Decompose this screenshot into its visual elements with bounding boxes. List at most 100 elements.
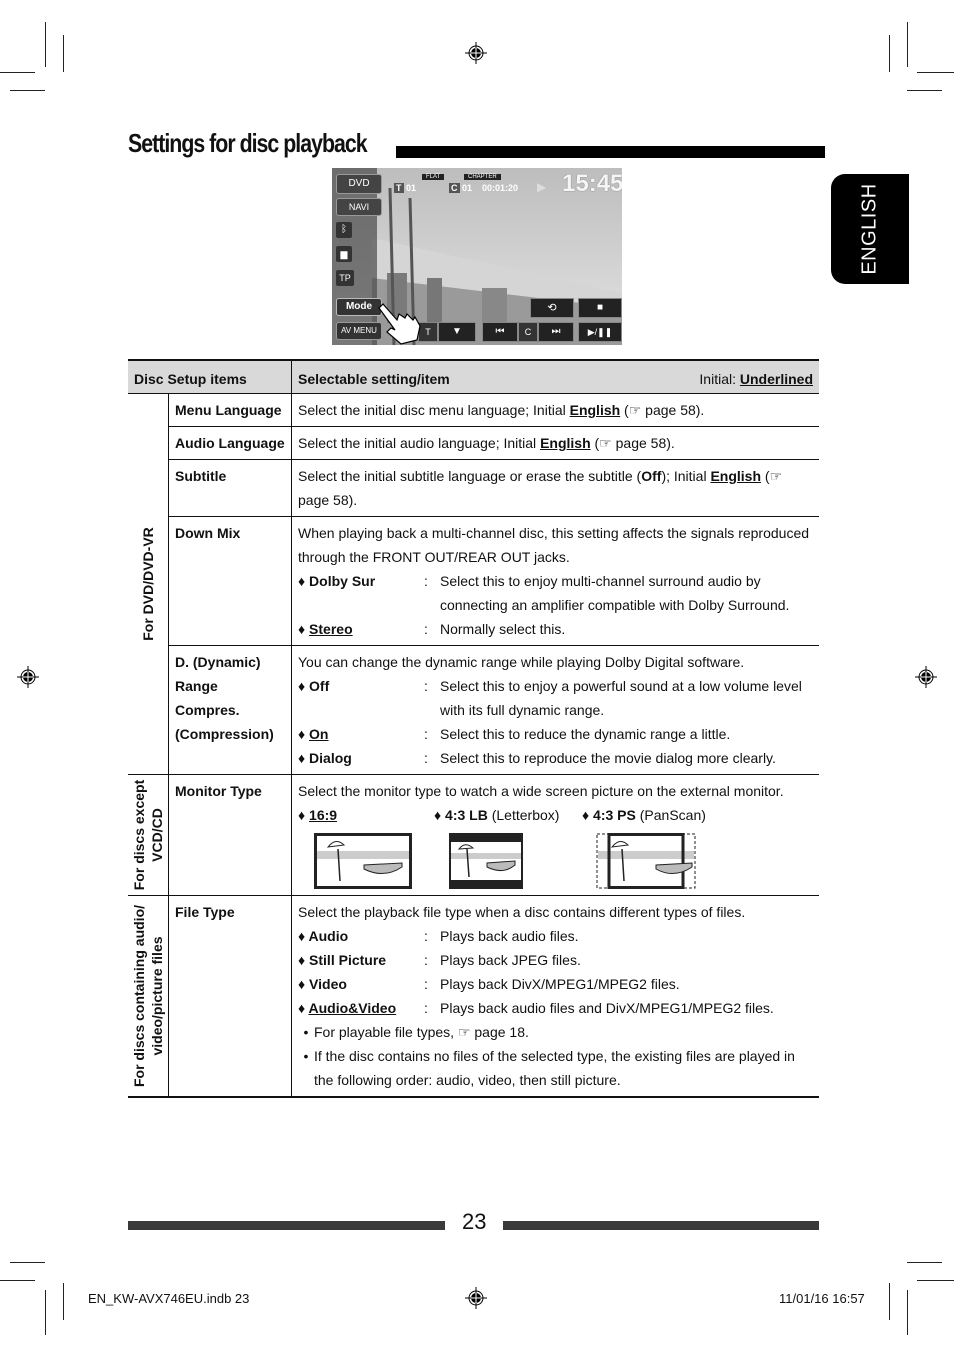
crop-mark: [907, 1262, 942, 1263]
note-item: • If the disc contains no files of the se…: [298, 1044, 813, 1092]
next-icon[interactable]: ⏭: [538, 322, 574, 342]
initial-value: English: [710, 468, 762, 484]
title-number: T 01: [394, 183, 416, 193]
option-desc: Plays back JPEG files.: [440, 952, 581, 968]
text: ); Initial: [661, 468, 711, 484]
option-desc: Normally select this.: [440, 621, 566, 637]
table-row: Subtitle Select the initial subtitle lan…: [128, 459, 819, 517]
description: When playing back a multi-channel disc, …: [298, 525, 810, 565]
option-desc: Select this to enjoy a powerful sound at…: [440, 678, 802, 718]
option-4-3-lb: ♦ 4:3 LB (Letterbox): [434, 807, 560, 823]
setting-down-mix: When playing back a multi-channel disc, …: [291, 516, 819, 646]
crop-mark: [10, 1262, 45, 1263]
crop-mark: [889, 1283, 890, 1320]
note-item: • For playable file types, ☞ page 18.: [298, 1020, 813, 1044]
chapter-label: C: [449, 183, 460, 193]
item-monitor-type: Monitor Type: [168, 774, 292, 896]
bluetooth-icon[interactable]: ᛒ: [336, 222, 352, 238]
title-value: 01: [406, 183, 417, 193]
av-menu-button[interactable]: AV MENU: [336, 322, 382, 340]
option-name: On: [309, 726, 329, 742]
option-video: ♦ Video: Plays back DivX/MPEG1/MPEG2 file…: [298, 972, 813, 996]
monitor-options: ♦ 16:9 ♦ 4:3 LB (Letterbox) ♦ 4:3 PS (Pa…: [298, 803, 813, 827]
repeat-icon[interactable]: ⟲: [530, 298, 574, 318]
registration-mark-icon: [915, 666, 937, 688]
off-value: Off: [641, 468, 662, 484]
header-selectable-setting: Selectable setting/item Initial: Underli…: [291, 359, 819, 394]
dvd-source-label: DVD: [348, 178, 370, 189]
down-arrow-icon[interactable]: ▼: [438, 322, 476, 342]
setting-monitor-type: Select the monitor type to watch a wide …: [291, 774, 819, 896]
option-dolby-sur: ♦ Dolby Sur: Select this to enjoy multi-c…: [298, 569, 813, 617]
av-menu-label: AV MENU: [341, 326, 377, 335]
group-label-line: video/picture files: [149, 936, 165, 1056]
prev-icon[interactable]: ⏮: [482, 322, 518, 342]
page-title: Settings for disc playback: [128, 128, 368, 158]
group-label-line: For discs except: [131, 779, 147, 891]
option-name: Audio: [308, 928, 349, 944]
text: Select the initial audio language; Initi…: [298, 435, 541, 451]
title-rule: [396, 146, 825, 158]
chapter-value: 01: [462, 183, 473, 193]
crop-mark: [917, 72, 954, 73]
hand-pointer-icon: [378, 303, 421, 345]
group-label-line: For discs containing audio/: [131, 904, 147, 1088]
item-file-type: File Type: [168, 895, 292, 1098]
language-tab: ENGLISH: [831, 174, 909, 284]
initial-value: English: [569, 402, 621, 418]
table-row: For discs containing audio/video/picture…: [128, 895, 819, 1098]
header-disc-setup-items: Disc Setup items: [128, 359, 292, 394]
option-desc: Plays back DivX/MPEG1/MPEG2 files.: [440, 976, 680, 992]
item-line: Range Compres.: [175, 678, 240, 718]
crop-mark: [63, 35, 64, 72]
group-label-line: VCD/CD: [149, 808, 165, 862]
option-name: Off: [309, 678, 330, 694]
stop-icon[interactable]: ■: [578, 298, 622, 318]
crop-mark: [10, 90, 45, 91]
registration-mark-icon: [465, 1287, 487, 1309]
crop-mark: [63, 1283, 64, 1320]
footer-timestamp: 11/01/16 16:57: [779, 1291, 865, 1306]
group-label-cell: For discs except VCD/CD: [128, 774, 169, 896]
setting-menu-language: Select the initial disc menu language; I…: [291, 393, 819, 427]
crop-mark: [907, 90, 942, 91]
chapter-select-icon[interactable]: C: [518, 322, 538, 342]
table-row: D. (Dynamic) Range Compres. (Compression…: [128, 645, 819, 775]
item-drc: D. (Dynamic) Range Compres. (Compression…: [168, 645, 292, 775]
disc-setup-table: Disc Setup items Selectable setting/item…: [128, 359, 819, 1098]
tp-button[interactable]: TP: [336, 270, 354, 286]
item-line: D. (Dynamic): [175, 654, 261, 670]
group-label-file-discs: For discs containing audio/video/picture…: [130, 905, 166, 1087]
option-stereo: ♦ Stereo: Normally select this.: [298, 617, 813, 641]
equalizer-icon[interactable]: ▆: [336, 246, 352, 262]
item-menu-language: Menu Language: [168, 393, 292, 427]
page-number-rule-right: [503, 1221, 819, 1230]
navi-button[interactable]: NAVI: [336, 198, 382, 216]
dvd-source-button[interactable]: DVD: [336, 174, 382, 194]
option-note: (Letterbox): [491, 807, 560, 823]
page-ref-link[interactable]: (☞ page 58).: [620, 402, 704, 418]
group-label-cell: For DVD/DVD-VR: [128, 393, 169, 775]
option-name: Still Picture: [309, 952, 387, 968]
setting-audio-language: Select the initial audio language; Initi…: [291, 426, 819, 460]
option-desc: Select this to reduce the dynamic range …: [440, 726, 731, 742]
option-desc: Select this to enjoy multi-channel surro…: [440, 573, 790, 613]
option-16-9: ♦ 16:9: [298, 807, 338, 823]
item-down-mix: Down Mix: [168, 516, 292, 646]
option-still-picture: ♦ Still Picture: Plays back JPEG files.: [298, 948, 813, 972]
monitor-thumbnails: [298, 829, 813, 891]
registration-mark-icon: [17, 666, 39, 688]
description: Select the playback file type when a dis…: [298, 904, 746, 920]
crop-mark: [907, 22, 908, 67]
option-name: Stereo: [309, 621, 353, 637]
note-text: For playable file types, ☞ page 18.: [314, 1024, 529, 1040]
option-desc: Plays back audio files.: [440, 928, 579, 944]
navi-label: NAVI: [348, 202, 370, 212]
option-off: ♦ Off: Select this to enjoy a powerful so…: [298, 674, 813, 722]
clock: 15:45: [562, 170, 622, 197]
option-on: ♦ On: Select this to reduce the dynamic r…: [298, 722, 813, 746]
page-ref-link[interactable]: (☞ page 58).: [591, 435, 675, 451]
play-pause-icon[interactable]: ▶/❚❚: [578, 322, 622, 342]
item-line: (Compression): [175, 726, 274, 742]
mode-button[interactable]: Mode: [336, 298, 382, 316]
